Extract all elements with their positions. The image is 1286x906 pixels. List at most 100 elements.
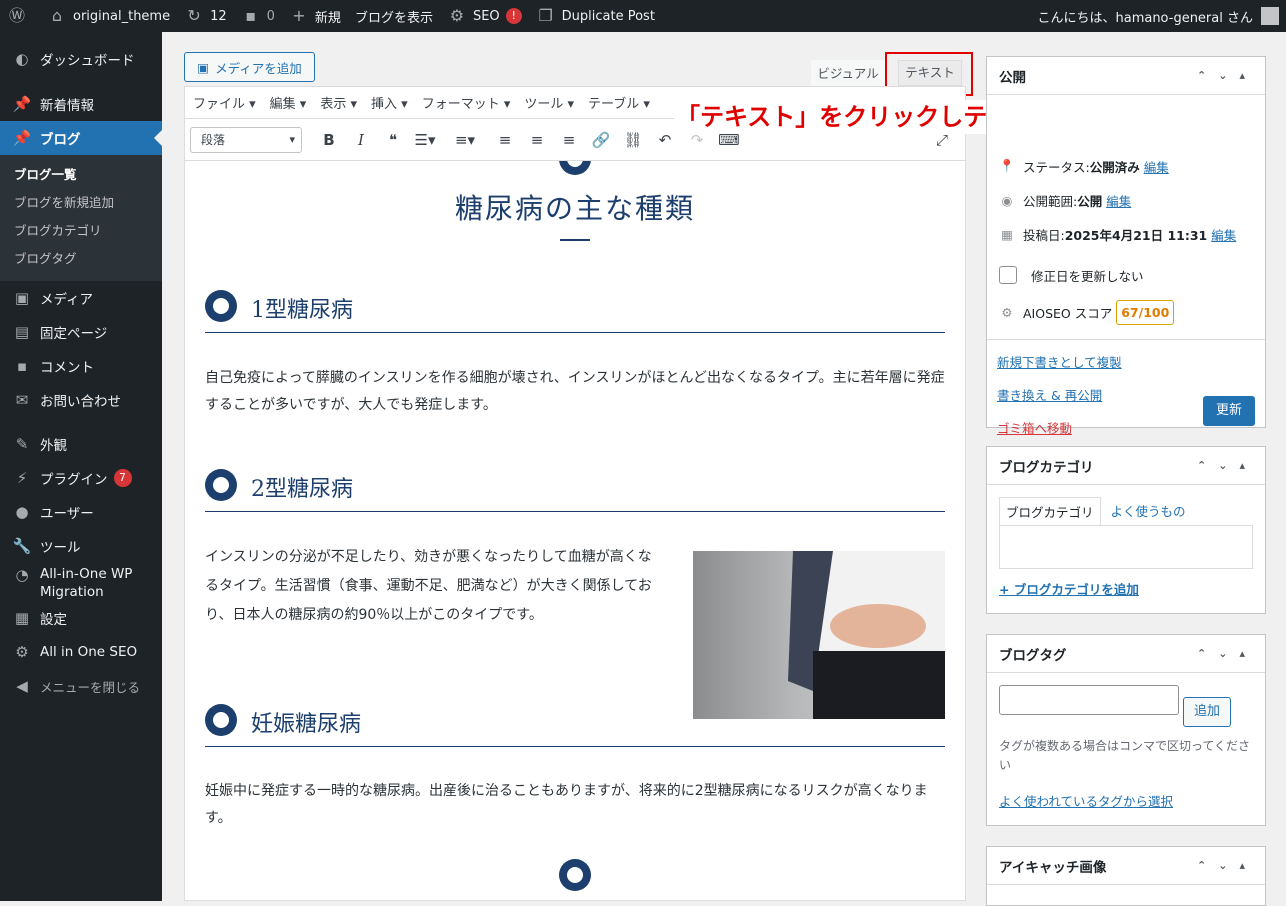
seo-label: SEO bbox=[472, 8, 500, 24]
updates-link[interactable]: ↻ 12 bbox=[177, 0, 234, 32]
visibility-edit-link[interactable]: 編集 bbox=[1106, 191, 1131, 210]
sidebar-item-dashboard[interactable]: ◐ ダッシュボード bbox=[0, 42, 162, 76]
add-tag-button[interactable]: 追加 bbox=[1183, 697, 1231, 727]
sidebar-item-label: プラグイン bbox=[40, 472, 108, 488]
submenu-categories[interactable]: ブログカテゴリ bbox=[0, 217, 162, 245]
tab-popular[interactable]: よく使うもの bbox=[1101, 497, 1196, 525]
status-label: ステータス: bbox=[1023, 159, 1090, 175]
visibility-row: ◉ 公開範囲: 公開 編集 bbox=[987, 183, 1265, 217]
featured-title: アイキャッチ画像 bbox=[999, 859, 1107, 876]
sidebar-item-plugins[interactable]: ⚡ プラグイン 7 bbox=[0, 461, 162, 495]
site-name-link[interactable]: ⌂ original_theme bbox=[40, 0, 177, 32]
sidebar-item-settings[interactable]: ▦ 設定 bbox=[0, 601, 162, 635]
align-center-icon[interactable]: ≡ bbox=[524, 127, 550, 153]
decor-ring-icon bbox=[559, 859, 591, 891]
seo-menu[interactable]: ⚙ SEO! bbox=[440, 0, 529, 32]
tag-input[interactable] bbox=[999, 685, 1179, 715]
comments-count: 0 bbox=[266, 8, 275, 24]
main-heading: 糖尿病の主な種類 bbox=[454, 192, 695, 225]
box-controls[interactable]: ⌃⌄▴ bbox=[1197, 69, 1257, 82]
sidebar-item-comments[interactable]: ▪ コメント bbox=[0, 349, 162, 383]
add-media-button[interactable]: ▣ メディアを追加 bbox=[184, 52, 315, 82]
submenu-add-new[interactable]: ブログを新規追加 bbox=[0, 189, 162, 217]
tag-header: ブログタグ ⌃⌄▴ bbox=[987, 635, 1265, 673]
view-blog-link[interactable]: ブログを表示 bbox=[348, 0, 440, 32]
sidebar-item-media[interactable]: ▣ メディア bbox=[0, 281, 162, 315]
blockquote-icon[interactable]: ❝ bbox=[380, 127, 406, 153]
dashboard-icon: ◐ bbox=[15, 50, 29, 68]
tag-hint: タグが複数ある場合はコンマで区切ってください bbox=[999, 739, 1251, 772]
menu-edit[interactable]: 編集 ▾ bbox=[270, 93, 307, 112]
sidebar-item-label: All-in-One WP Migration bbox=[40, 566, 133, 600]
bold-icon[interactable]: B bbox=[316, 127, 342, 153]
category-tabs: ブログカテゴリ よく使うもの bbox=[999, 497, 1253, 525]
comments-link[interactable]: ▪ 0 bbox=[234, 0, 282, 32]
format-select[interactable]: 段落 bbox=[190, 126, 302, 153]
box-controls[interactable]: ⌃⌄▴ bbox=[1197, 859, 1257, 872]
sidebar-item-pages[interactable]: ▤ 固定ページ bbox=[0, 315, 162, 349]
sidebar-item-users[interactable]: ● ユーザー bbox=[0, 495, 162, 529]
belly-photo[interactable] bbox=[693, 551, 945, 719]
section-title: 2型糖尿病 bbox=[251, 477, 353, 502]
status-value: 公開済み bbox=[1089, 159, 1140, 175]
sidebar-item-label: メニューを閉じる bbox=[40, 679, 141, 695]
user-menu[interactable]: こんにちは、hamano-general さん bbox=[1030, 0, 1286, 32]
choose-tags-link[interactable]: よく使われているタグから選択 bbox=[999, 794, 1173, 809]
menu-format[interactable]: フォーマット ▾ bbox=[422, 93, 511, 112]
sidebar-item-appearance[interactable]: ✎ 外観 bbox=[0, 427, 162, 461]
section-title: 1型糖尿病 bbox=[251, 298, 353, 323]
status-edit-link[interactable]: 編集 bbox=[1144, 157, 1169, 176]
submenu-tags[interactable]: ブログタグ bbox=[0, 245, 162, 273]
seo-gear-icon: ⚙ bbox=[449, 6, 465, 25]
sidebar-collapse[interactable]: ◀ メニューを閉じる bbox=[0, 669, 162, 703]
sidebar-item-label: ブログ bbox=[40, 132, 81, 148]
aioseo-score-badge[interactable]: 67/100 bbox=[1116, 299, 1175, 325]
menu-tools[interactable]: ツール ▾ bbox=[524, 93, 574, 112]
editor-content[interactable]: 糖尿病の主な種類 1型糖尿病 自己免疫によって膵臓のインスリンを作る細胞が壊され… bbox=[185, 161, 965, 901]
menu-insert[interactable]: 挿入 ▾ bbox=[371, 93, 408, 112]
menu-file[interactable]: ファイル ▾ bbox=[193, 93, 256, 112]
bullet-list-icon[interactable]: ☰▾ bbox=[412, 127, 438, 153]
rewrite-republish-link[interactable]: 書き換え & 再公開 bbox=[997, 388, 1102, 403]
box-controls[interactable]: ⌃⌄▴ bbox=[1197, 647, 1257, 660]
new-content-link[interactable]: + 新規 bbox=[282, 0, 348, 32]
brush-icon: ✎ bbox=[15, 435, 29, 453]
numbered-list-icon[interactable]: ≡▾ bbox=[452, 127, 478, 153]
comment-icon: ▪ bbox=[16, 357, 28, 375]
wp-logo[interactable]: Ⓦ bbox=[0, 0, 40, 32]
sidebar-item-tools[interactable]: 🔧 ツール bbox=[0, 529, 162, 563]
update-button[interactable]: 更新 bbox=[1203, 396, 1255, 426]
sidebar-item-label: All in One SEO bbox=[40, 644, 138, 660]
date-row: ▦ 投稿日: 2025年4月21日 11:31 編集 bbox=[987, 217, 1265, 251]
plugin-icon: ⚡ bbox=[16, 469, 28, 487]
sidebar-item-news[interactable]: 📌 新着情報 bbox=[0, 87, 162, 121]
align-right-icon[interactable]: ≡ bbox=[556, 127, 582, 153]
sidebar-item-aioseo[interactable]: ⚙ All in One SEO bbox=[0, 635, 162, 669]
category-list[interactable] bbox=[999, 525, 1253, 569]
submenu-blog-list[interactable]: ブログ一覧 bbox=[0, 161, 162, 189]
menu-table[interactable]: テーブル ▾ bbox=[588, 93, 650, 112]
duplicate-post-link[interactable]: ❐ Duplicate Post bbox=[529, 0, 662, 32]
trash-link[interactable]: ゴミ箱へ移動 bbox=[997, 421, 1072, 436]
link-icon[interactable]: 🔗 bbox=[588, 127, 614, 153]
copy-draft-link[interactable]: 新規下書きとして複製 bbox=[997, 355, 1122, 370]
sidebar-item-contact[interactable]: ✉ お問い合わせ bbox=[0, 383, 162, 417]
collapse-icon: ◀ bbox=[16, 677, 28, 695]
greeting: こんにちは、hamano-general さん bbox=[1037, 10, 1253, 26]
sidebar-item-migration[interactable]: ◔ All-in-One WP Migration bbox=[0, 563, 162, 601]
tab-visual[interactable]: ビジュアル bbox=[810, 59, 886, 87]
tab-all-categories[interactable]: ブログカテゴリ bbox=[999, 497, 1101, 525]
box-controls[interactable]: ⌃⌄▴ bbox=[1197, 459, 1257, 472]
menu-view[interactable]: 表示 ▾ bbox=[320, 93, 357, 112]
ring-icon bbox=[205, 704, 237, 736]
date-value: 2025年4月21日 11:31 bbox=[1064, 227, 1208, 243]
no-update-checkbox[interactable] bbox=[999, 266, 1017, 284]
italic-icon[interactable]: I bbox=[348, 127, 374, 153]
sidebar-item-blog[interactable]: 📌 ブログ bbox=[0, 121, 162, 155]
align-left-icon[interactable]: ≡ bbox=[492, 127, 518, 153]
add-category-link[interactable]: + ブログカテゴリを追加 bbox=[999, 582, 1139, 597]
unlink-icon[interactable]: ⛓ bbox=[620, 127, 646, 153]
decor-ring-icon bbox=[559, 161, 591, 175]
visibility-value: 公開 bbox=[1077, 193, 1103, 209]
date-edit-link[interactable]: 編集 bbox=[1211, 225, 1236, 244]
